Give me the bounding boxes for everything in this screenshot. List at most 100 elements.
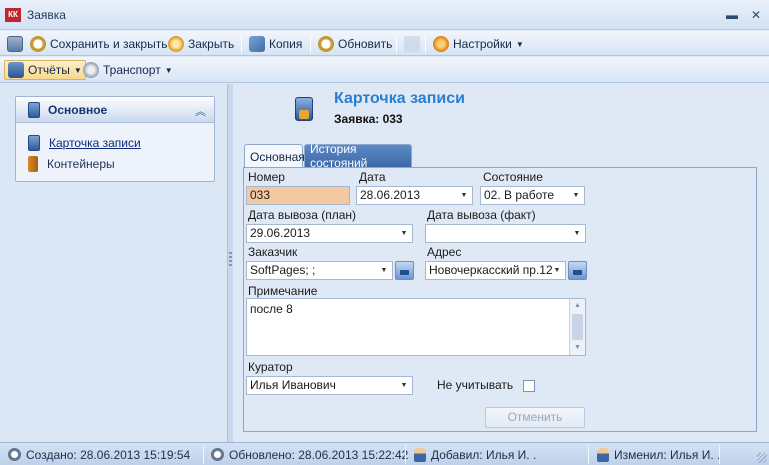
settings-label: Настройки [453, 37, 512, 51]
toolbar-separator [310, 35, 311, 53]
save-and-close-label: Сохранить и закрыть [50, 37, 168, 51]
clock-icon [8, 448, 21, 461]
chevron-down-icon[interactable]: ▼ [569, 225, 585, 242]
chevron-down-icon[interactable]: ▼ [568, 187, 584, 204]
note-scrollbar[interactable]: ▲ ▼ [569, 299, 585, 355]
record-subtitle: Заявка: 033 [334, 112, 403, 126]
fact-date-label: Дата вывоза (факт) [427, 208, 536, 222]
note-label: Примечание [248, 284, 318, 298]
reports-menu[interactable]: Отчёты ▼ [4, 60, 86, 80]
status-added-by: Добавил: Илья И. . [414, 446, 536, 463]
copy-label: Копия [269, 37, 303, 51]
added-by-text: Добавил: Илья И. . [431, 447, 537, 462]
toolbar-separator [241, 35, 242, 53]
date-value: 28.06.2013 [360, 188, 421, 202]
nav-group-title: Основное [48, 102, 108, 117]
sidebar-item-label: Контейнеры [47, 157, 115, 171]
status-separator [588, 445, 589, 464]
ignore-checkbox[interactable] [523, 380, 535, 392]
refresh-icon [318, 36, 334, 52]
refresh-button[interactable]: Обновить [315, 34, 395, 54]
status-updated: Обновлено: 28.06.2013 15:22:42 [211, 446, 408, 463]
state-label: Состояние [483, 170, 543, 184]
close-window-button[interactable]: ✕ [749, 8, 763, 22]
scroll-thumb[interactable] [572, 314, 583, 340]
curator-label: Куратор [248, 360, 293, 374]
address-lookup-button[interactable] [568, 261, 587, 280]
container-icon [28, 156, 38, 172]
cancel-button[interactable]: Отменить [485, 407, 585, 428]
status-modified-by: Изменил: Илья И. . [597, 446, 720, 463]
chevron-down-icon[interactable]: ▼ [396, 225, 412, 242]
number-field[interactable]: 033 [246, 186, 350, 205]
customer-select[interactable]: SoftPages; ; ▼ [246, 261, 393, 280]
address-value: Новочеркасский пр.12 [429, 263, 553, 277]
minimize-button[interactable]: ▬ [725, 8, 739, 22]
customer-value: SoftPages; ; [250, 263, 316, 277]
save-close-icon [30, 36, 46, 52]
tab-main[interactable]: Основная [244, 144, 305, 168]
curator-value: Илья Иванович [250, 378, 336, 392]
chevron-down-icon: ▼ [164, 65, 173, 75]
copy-button[interactable]: Копия [246, 34, 305, 54]
sidebar-item-label: Карточка записи [49, 136, 141, 150]
state-select[interactable]: 02. В работе ▼ [480, 186, 585, 205]
status-separator [719, 445, 720, 464]
scroll-down-icon[interactable]: ▼ [570, 341, 585, 355]
close-icon [168, 36, 184, 52]
modified-by-text: Изменил: Илья И. . [614, 447, 721, 462]
plan-date-field[interactable]: 29.06.2013 ▼ [246, 224, 413, 243]
customer-label: Заказчик [248, 245, 298, 259]
number-label: Номер [248, 170, 285, 184]
chevron-down-icon[interactable]: ▼ [549, 262, 565, 279]
record-card-icon [295, 97, 313, 121]
user-icon [414, 447, 426, 462]
chevron-down-icon[interactable]: ▼ [376, 262, 392, 279]
scroll-up-icon[interactable]: ▲ [570, 299, 585, 313]
resize-grip[interactable] [757, 453, 767, 463]
sidebar-item-containers[interactable]: Контейнеры [28, 156, 115, 172]
toolbar-separator [396, 35, 397, 53]
secondary-toolbar: Отчёты ▼ Транспорт ▼ [0, 57, 769, 83]
window-title: Заявка [27, 8, 66, 22]
close-button[interactable]: Закрыть [165, 34, 237, 54]
tab-state-history[interactable]: История состояний [304, 142, 412, 170]
save-button[interactable] [4, 34, 26, 54]
move-up-button[interactable] [401, 34, 423, 54]
customer-lookup-button[interactable] [395, 261, 414, 280]
collapse-icon[interactable]: ︽ [195, 103, 206, 119]
chevron-down-icon: ▼ [515, 39, 524, 49]
title-bar: КК Заявка ▬ ✕ [0, 0, 769, 30]
save-and-close-button[interactable]: Сохранить и закрыть [27, 34, 170, 54]
transport-menu[interactable]: Транспорт ▼ [80, 60, 176, 80]
copy-icon [249, 36, 265, 52]
settings-menu[interactable]: Настройки ▼ [430, 34, 527, 54]
save-icon [7, 36, 23, 52]
gear-icon [433, 36, 449, 52]
nav-group-main: Основное ︽ Карточка записи Контейнеры [15, 96, 215, 182]
main-toolbar: Сохранить и закрыть Закрыть Копия Обнови… [0, 31, 769, 56]
chevron-down-icon[interactable]: ▼ [456, 187, 472, 204]
state-value: 02. В работе [484, 188, 555, 202]
transport-label: Транспорт [103, 63, 161, 77]
chevron-down-icon[interactable]: ▼ [396, 377, 412, 394]
toolbar-separator [425, 35, 426, 53]
date-field[interactable]: 28.06.2013 ▼ [356, 186, 473, 205]
reports-label: Отчёты [28, 63, 70, 77]
updated-text: Обновлено: 28.06.2013 15:22:42 [229, 447, 409, 462]
address-label: Адрес [427, 245, 462, 259]
status-bar: Создано: 28.06.2013 15:19:54 Обновлено: … [0, 442, 769, 465]
note-textarea[interactable]: после 8 ▲ ▼ [246, 298, 586, 356]
status-separator [405, 445, 406, 464]
sidebar-item-card[interactable]: Карточка записи [28, 135, 141, 151]
curator-select[interactable]: Илья Иванович ▼ [246, 376, 413, 395]
pane-splitter[interactable] [228, 84, 233, 442]
fact-date-field[interactable]: ▼ [425, 224, 586, 243]
splitter-grip[interactable] [229, 252, 232, 268]
app-icon: КК [5, 8, 21, 22]
refresh-label: Обновить [338, 37, 393, 51]
address-select[interactable]: Новочеркасский пр.12 ▼ [425, 261, 566, 280]
nav-group-header[interactable]: Основное ︽ [16, 97, 214, 123]
status-separator [203, 445, 204, 464]
plan-date-label: Дата вывоза (план) [248, 208, 356, 222]
